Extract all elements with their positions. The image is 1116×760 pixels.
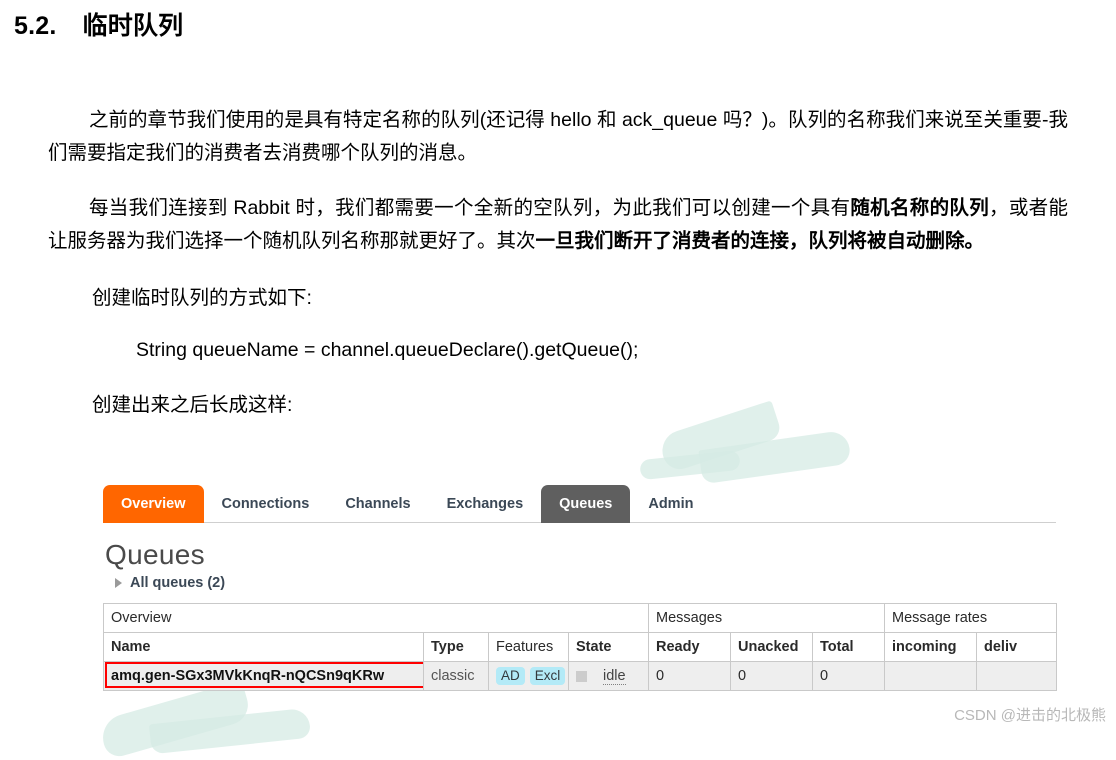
badge-auto-delete: AD <box>496 667 525 685</box>
column-header-type[interactable]: Type <box>423 632 489 662</box>
document-page: 5.2. 临时队列 之前的章节我们使用的是具有特定名称的队列(还记得 hello … <box>0 0 1116 691</box>
cell-messages-ready: 0 <box>648 661 731 691</box>
code-snippet: String queueName = channel.queueDeclare(… <box>136 339 639 361</box>
cell-queue-type: classic <box>423 661 489 691</box>
cell-messages-unacked: 0 <box>730 661 813 691</box>
column-header-features: Features <box>488 632 569 662</box>
heading-number: 5.2. <box>14 12 57 40</box>
group-header-messages: Messages <box>648 603 885 633</box>
cell-rate-deliver <box>975 661 1058 691</box>
tab-connections[interactable]: Connections <box>204 485 328 523</box>
nav-tabbar: Overview Connections Channels Exchanges … <box>103 484 1056 523</box>
page-title: 5.2. 临时队列 <box>0 0 1116 42</box>
table-header-row: Name Type Features State Ready Unacked T… <box>103 632 1058 662</box>
cell-messages-total: 0 <box>812 661 885 691</box>
table-group-header-row: Overview Messages Message rates <box>103 603 1058 633</box>
paragraph-2-text-a: 每当我们连接到 Rabbit 时，我们都需要一个全新的空队列，为此我们可以创建一… <box>88 197 851 219</box>
heading-text: 临时队列 <box>82 12 184 40</box>
column-header-state[interactable]: State <box>568 632 649 662</box>
status-badge: idle <box>603 667 626 685</box>
cell-queue-state: idle <box>568 661 649 691</box>
column-header-incoming[interactable]: incoming <box>884 632 977 662</box>
all-queues-label: All queues (2) <box>130 575 226 591</box>
all-queues-toggle[interactable]: All queues (2) <box>115 575 1056 591</box>
csdn-watermark: CSDN @进击的北极熊 <box>954 707 1106 724</box>
group-header-overview: Overview <box>103 603 649 633</box>
cell-queue-name[interactable]: amq.gen-SGx3MVkKnqR-nQCSn9qKRw <box>103 661 424 691</box>
tab-queues[interactable]: Queues <box>541 485 631 523</box>
state-wrapper: idle <box>576 668 641 685</box>
background-watermark-blob <box>639 449 741 481</box>
paragraph-2: 每当我们连接到 Rabbit 时，我们都需要一个全新的空队列，为此我们可以创建一… <box>0 192 1116 258</box>
column-header-name[interactable]: Name <box>103 632 424 662</box>
background-watermark-blob <box>148 707 312 755</box>
rabbitmq-management-panel: Overview Connections Channels Exchanges … <box>103 484 1058 691</box>
badge-exclusive: Excl <box>529 667 566 685</box>
paragraph-1: 之前的章节我们使用的是具有特定名称的队列(还记得 hello 和 ack_que… <box>48 109 1068 164</box>
cell-rate-incoming <box>884 661 977 691</box>
background-watermark-blob <box>97 680 253 760</box>
background-watermark-blob <box>698 429 852 485</box>
tab-admin[interactable]: Admin <box>630 485 711 523</box>
column-header-ready[interactable]: Ready <box>648 632 731 662</box>
tab-overview[interactable]: Overview <box>103 485 204 523</box>
column-header-deliver[interactable]: deliv <box>975 632 1058 662</box>
queues-page-title: Queues <box>105 539 205 570</box>
paragraph-2-bold-a: 随机名称的队列 <box>850 197 990 219</box>
paragraph-3: 创建临时队列的方式如下: <box>92 287 312 309</box>
chevron-right-icon[interactable] <box>115 578 122 588</box>
queue-name-link[interactable]: amq.gen-SGx3MVkKnqR-nQCSn9qKRw <box>111 668 384 684</box>
group-header-message-rates: Message rates <box>883 603 1058 633</box>
table-row[interactable]: amq.gen-SGx3MVkKnqR-nQCSn9qKRw classic A… <box>103 661 1058 691</box>
cell-queue-features: AD Excl <box>488 661 569 691</box>
column-header-unacked[interactable]: Unacked <box>730 632 813 662</box>
queues-table: Overview Messages Message rates Name Typ… <box>103 603 1058 691</box>
paragraph-2-bold-b: 一旦我们断开了消费者的连接，队列将被自动删除。 <box>535 230 985 252</box>
tab-channels[interactable]: Channels <box>327 485 428 523</box>
column-header-total[interactable]: Total <box>812 632 885 662</box>
paragraph-4: 创建出来之后长成这样: <box>92 394 293 416</box>
status-indicator-icon <box>576 670 587 682</box>
tab-exchanges[interactable]: Exchanges <box>429 485 542 523</box>
